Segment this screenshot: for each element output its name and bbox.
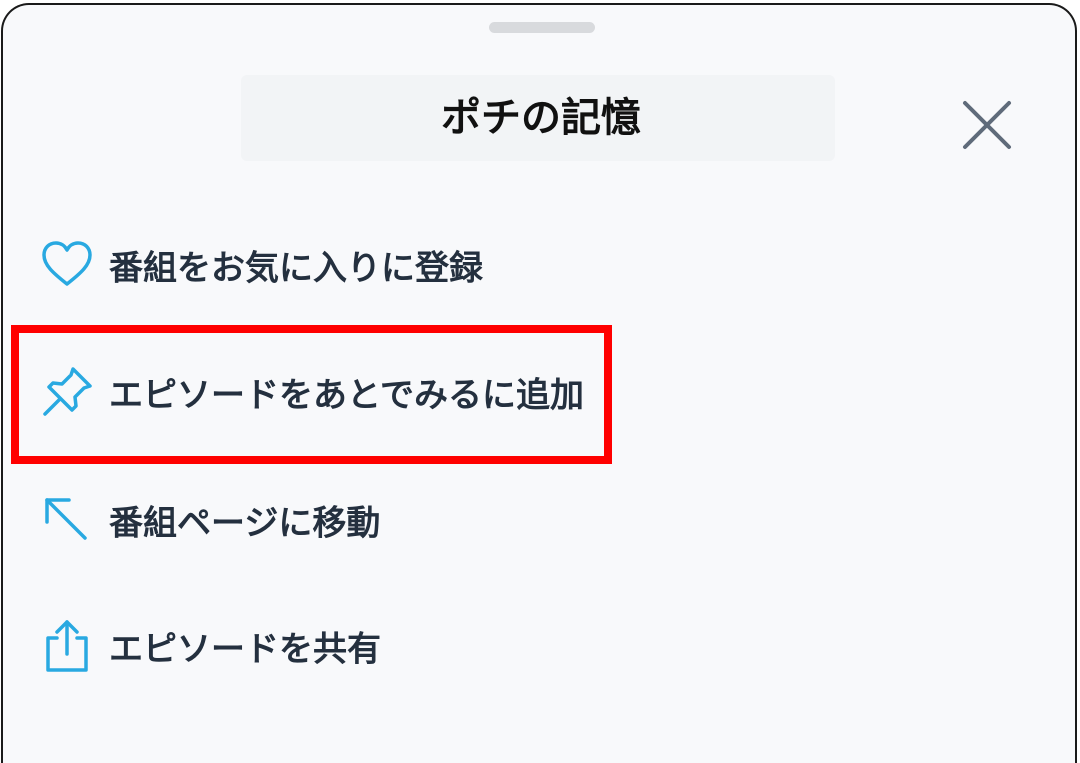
sheet-title: ポチの記憶	[441, 95, 641, 141]
pin-icon	[43, 367, 92, 416]
menu-item-label: 番組ページに移動	[109, 503, 381, 544]
drag-handle[interactable]	[489, 22, 595, 33]
menu-item-label: エピソードを共有	[109, 629, 381, 670]
menu-item-go-to-program[interactable]: 番組ページに移動	[11, 455, 613, 585]
close-button[interactable]	[953, 95, 1019, 161]
menu-item-add-favorite[interactable]: 番組をお気に入りに登録	[11, 200, 613, 330]
close-icon	[963, 101, 1011, 149]
heart-icon	[42, 241, 92, 286]
menu-item-share-episode[interactable]: エピソードを共有	[11, 581, 613, 711]
bottom-sheet: ポチの記憶 番組をお気に入りに登録 エピソードをあとでみるに追加 番組ページに移…	[1, 3, 1077, 763]
menu-item-label: エピソードをあとでみるに追加	[109, 375, 584, 416]
arrow-up-left-icon	[45, 498, 87, 540]
share-icon	[46, 620, 88, 672]
menu-item-label: 番組をお気に入りに登録	[109, 248, 483, 289]
menu-item-add-watch-later[interactable]: エピソードをあとでみるに追加	[11, 327, 613, 457]
